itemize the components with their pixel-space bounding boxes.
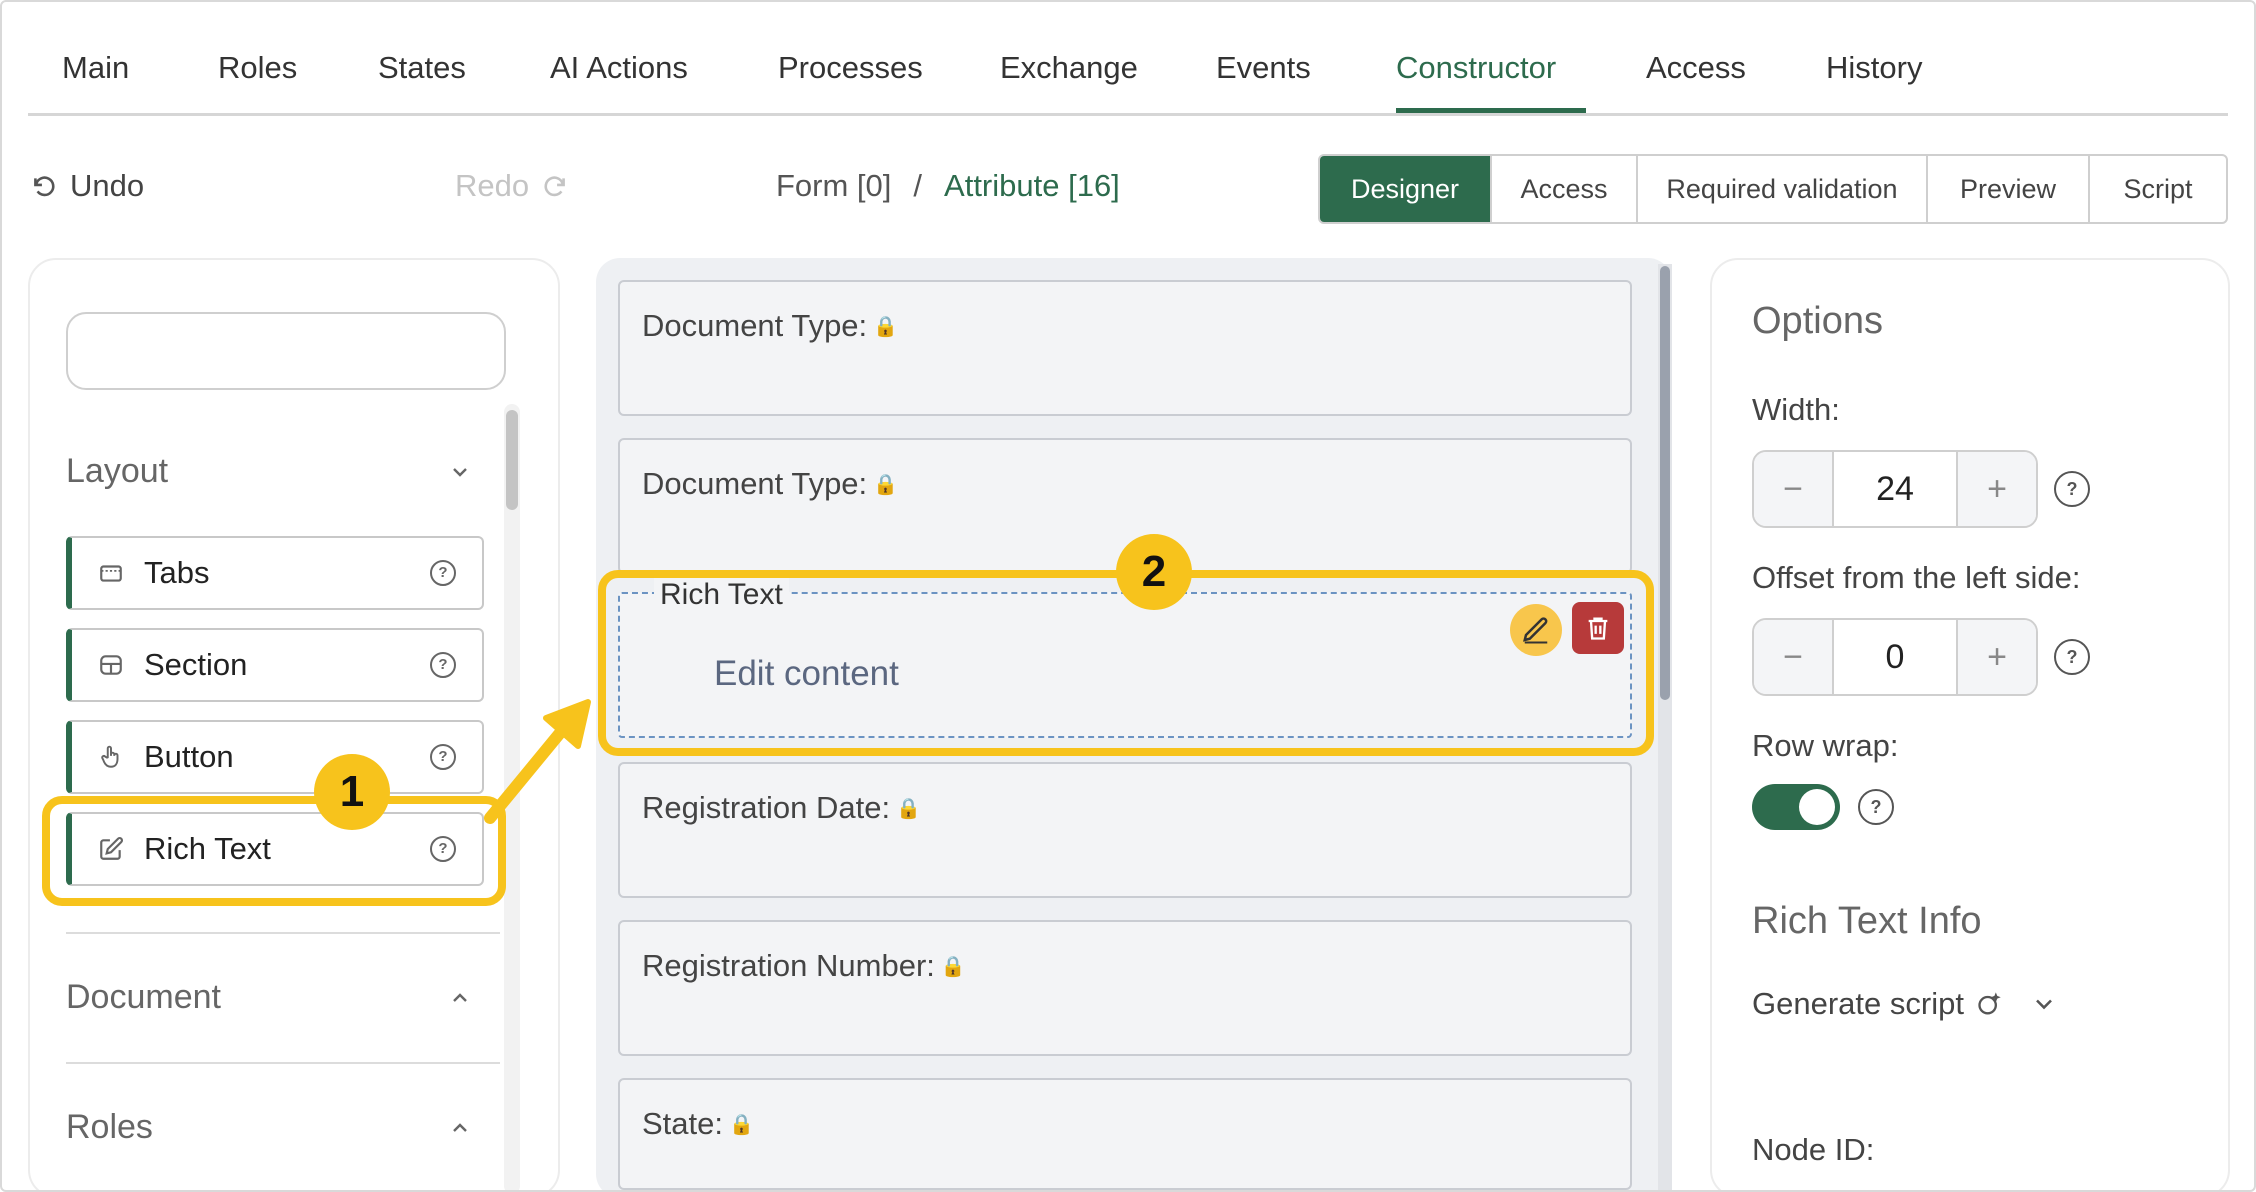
chevron-down-icon: [453, 467, 467, 477]
lock-icon: 🔒: [940, 955, 966, 978]
undo-label: Undo: [70, 168, 145, 203]
offset-increment-button[interactable]: +: [1958, 620, 2036, 694]
ai-sparkle-icon: [1978, 992, 2001, 1015]
offset-stepper: − 0 +: [1752, 618, 2038, 696]
breadcrumb-form[interactable]: Form [0]: [776, 168, 891, 204]
redo-icon: [544, 176, 565, 197]
form-field-state[interactable]: State: 🔒: [618, 1078, 1632, 1190]
width-decrement-button[interactable]: −: [1754, 452, 1832, 526]
mode-required-validation[interactable]: Required validation: [1638, 156, 1928, 222]
pointer-hand-icon: [101, 745, 119, 768]
highlight-rich-text-item: [42, 796, 506, 906]
help-icon[interactable]: ?: [430, 744, 456, 770]
help-icon[interactable]: ?: [1858, 789, 1894, 825]
generate-script-label: Generate script: [1752, 986, 1964, 1021]
undo-icon: [34, 176, 55, 197]
tab-processes[interactable]: Processes: [778, 50, 923, 86]
field-label: Document Type:: [642, 466, 868, 501]
lock-icon: 🔒: [896, 797, 922, 820]
form-field-registration-date[interactable]: Registration Date: 🔒: [618, 762, 1632, 898]
redo-label: Redo: [455, 168, 530, 203]
group-roles-title: Roles: [66, 1108, 153, 1146]
component-item-button[interactable]: Button ?: [66, 720, 484, 794]
breadcrumb-separator: /: [913, 168, 923, 203]
help-icon[interactable]: ?: [430, 652, 456, 678]
section-icon: [100, 655, 122, 675]
component-item-tabs[interactable]: Tabs ?: [66, 536, 484, 610]
components-scrollbar-thumb[interactable]: [506, 410, 518, 510]
chevron-up-icon: [453, 992, 467, 1002]
row-wrap-toggle[interactable]: [1752, 784, 1840, 830]
width-increment-button[interactable]: +: [1958, 452, 2036, 526]
tab-roles[interactable]: Roles: [218, 50, 297, 86]
chevron-down-icon: [2036, 999, 2052, 1010]
group-layout-header[interactable]: Layout: [66, 452, 472, 491]
mode-preview[interactable]: Preview: [1928, 156, 2090, 222]
redo-button[interactable]: Redo: [455, 168, 569, 204]
undo-button[interactable]: Undo: [30, 168, 144, 204]
component-search-input[interactable]: [66, 312, 506, 390]
help-icon[interactable]: ?: [2054, 471, 2090, 507]
form-field-registration-number[interactable]: Registration Number: 🔒: [618, 920, 1632, 1056]
offset-value[interactable]: 0: [1832, 620, 1958, 694]
group-layout-title: Layout: [66, 452, 169, 490]
top-tab-bar: Main Roles States AI Actions Processes E…: [28, 40, 2228, 116]
width-stepper: − 24 +: [1752, 450, 2038, 528]
component-item-label: Button: [144, 739, 234, 774]
group-document-title: Document: [66, 978, 221, 1016]
chevron-up-icon: [453, 1122, 467, 1132]
options-title: Options: [1752, 300, 1883, 342]
lock-icon: 🔒: [873, 315, 899, 338]
field-label: State:: [642, 1106, 723, 1141]
canvas-scrollbar-thumb[interactable]: [1660, 266, 1670, 700]
breadcrumb: Form [0] / Attribute [16]: [776, 168, 1120, 204]
breadcrumb-attribute: Attribute [16]: [944, 168, 1120, 203]
width-label: Width:: [1752, 392, 1840, 427]
callout-badge-1: 1: [314, 754, 390, 830]
tab-ai-actions[interactable]: AI Actions: [550, 50, 688, 86]
field-label: Registration Number:: [642, 948, 935, 983]
mode-script[interactable]: Script: [2090, 156, 2226, 222]
toggle-knob: [1799, 789, 1835, 825]
tab-main[interactable]: Main: [62, 50, 129, 86]
active-tab-underline: [1396, 108, 1586, 113]
row-wrap-label: Row wrap:: [1752, 728, 1899, 763]
generate-script-dropdown[interactable]: Generate script: [1752, 986, 2058, 1022]
group-roles-header[interactable]: Roles: [66, 1108, 472, 1147]
group-document-header[interactable]: Document: [66, 978, 472, 1017]
drag-arrow-icon: [484, 699, 591, 824]
lock-icon: 🔒: [873, 473, 899, 496]
node-id-label: Node ID:: [1752, 1132, 1875, 1167]
help-icon[interactable]: ?: [2054, 639, 2090, 675]
component-item-label: Section: [144, 647, 248, 682]
mode-access[interactable]: Access: [1492, 156, 1638, 222]
tabs-icon: [100, 565, 122, 582]
offset-decrement-button[interactable]: −: [1754, 620, 1832, 694]
tab-events[interactable]: Events: [1216, 50, 1311, 86]
tab-constructor[interactable]: Constructor: [1396, 50, 1556, 86]
help-icon[interactable]: ?: [430, 560, 456, 586]
component-item-label: Tabs: [144, 555, 210, 590]
offset-label: Offset from the left side:: [1752, 560, 2081, 595]
tab-access[interactable]: Access: [1646, 50, 1746, 86]
component-item-section[interactable]: Section ?: [66, 628, 484, 702]
tab-exchange[interactable]: Exchange: [1000, 50, 1138, 86]
mode-switcher: Designer Access Required validation Prev…: [1318, 154, 2228, 224]
callout-badge-2: 2: [1116, 534, 1192, 610]
mode-designer[interactable]: Designer: [1320, 156, 1492, 222]
lock-icon: 🔒: [729, 1113, 754, 1136]
tab-history[interactable]: History: [1826, 50, 1922, 86]
group-divider: [66, 932, 500, 934]
group-divider: [66, 1062, 500, 1064]
rich-text-info-title: Rich Text Info: [1752, 900, 1982, 942]
field-label: Registration Date:: [642, 790, 891, 825]
tab-states[interactable]: States: [378, 50, 466, 86]
form-field-document-type[interactable]: Document Type: 🔒: [618, 280, 1632, 416]
field-label: Document Type:: [642, 308, 868, 343]
width-value[interactable]: 24: [1832, 452, 1958, 526]
